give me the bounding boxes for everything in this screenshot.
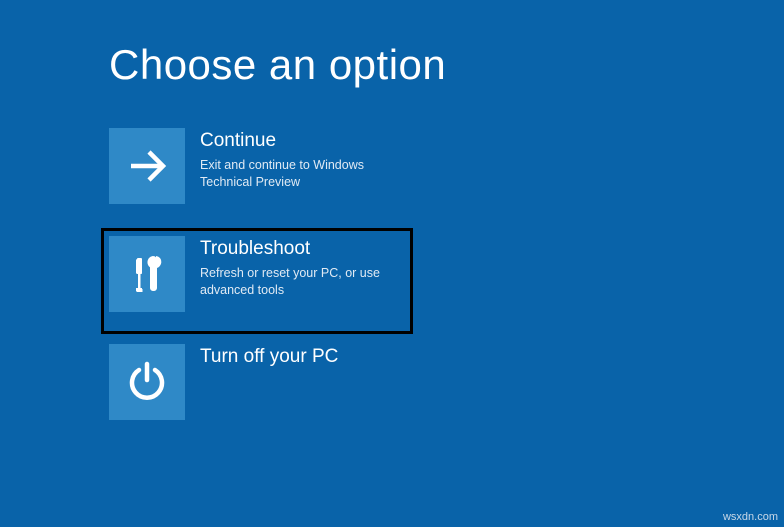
option-troubleshoot-tile bbox=[109, 236, 185, 312]
options-list: Continue Exit and continue to Windows Te… bbox=[109, 128, 414, 452]
watermark: wsxdn.com bbox=[723, 511, 778, 523]
option-continue-description: Exit and continue to Windows Technical P… bbox=[200, 157, 395, 191]
option-turnoff-title: Turn off your PC bbox=[200, 346, 338, 369]
option-continue-text: Continue Exit and continue to Windows Te… bbox=[185, 128, 395, 191]
option-continue-tile bbox=[109, 128, 185, 204]
option-continue[interactable]: Continue Exit and continue to Windows Te… bbox=[109, 128, 414, 204]
arrow-right-icon bbox=[123, 142, 171, 190]
page-title: Choose an option bbox=[109, 41, 446, 89]
option-turnoff[interactable]: Turn off your PC bbox=[109, 344, 414, 420]
option-troubleshoot-description: Refresh or reset your PC, or use advance… bbox=[200, 265, 395, 299]
option-continue-title: Continue bbox=[200, 130, 395, 153]
option-turnoff-tile bbox=[109, 344, 185, 420]
option-troubleshoot-title: Troubleshoot bbox=[200, 238, 395, 261]
option-troubleshoot-text: Troubleshoot Refresh or reset your PC, o… bbox=[185, 236, 395, 299]
option-troubleshoot[interactable]: Troubleshoot Refresh or reset your PC, o… bbox=[109, 236, 414, 312]
option-turnoff-text: Turn off your PC bbox=[185, 344, 338, 373]
power-icon bbox=[123, 358, 171, 406]
tools-icon bbox=[123, 250, 171, 298]
